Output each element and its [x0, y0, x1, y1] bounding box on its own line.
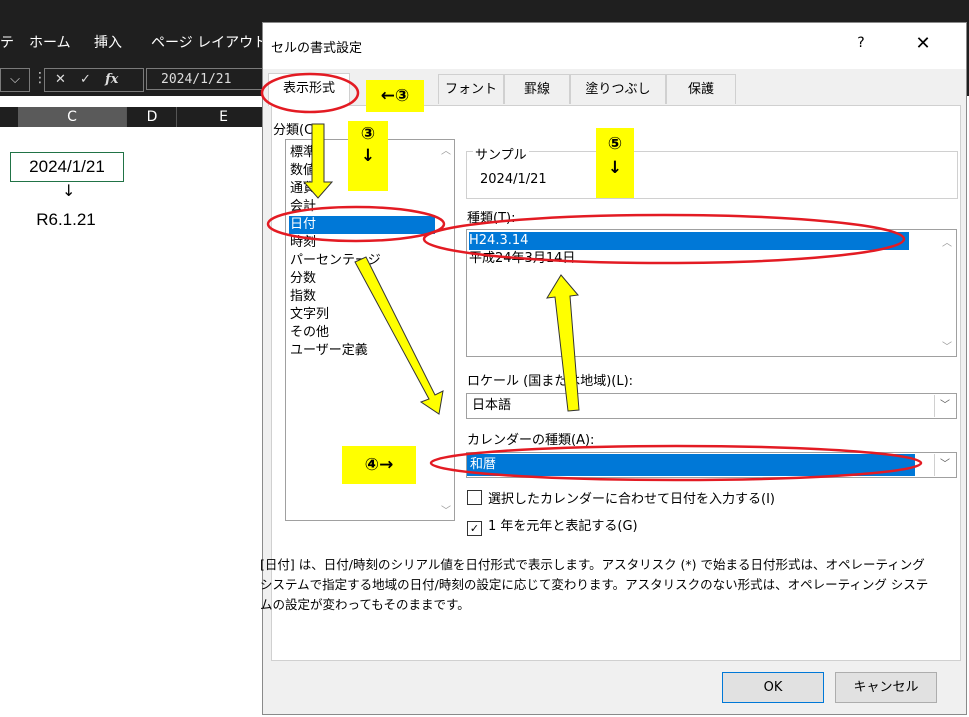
- annotation-step5: ⑤ ↓: [596, 128, 634, 198]
- category-item[interactable]: その他: [289, 324, 435, 342]
- calendar-label: カレンダーの種類(A):: [467, 433, 595, 448]
- annotation-step5-number: ⑤: [607, 134, 623, 154]
- fx-icon[interactable]: fx: [105, 72, 118, 87]
- tab-font[interactable]: フォント: [438, 74, 504, 104]
- locale-select[interactable]: 日本語 ﹀: [466, 393, 957, 419]
- calendar-select[interactable]: 和暦 ﹀: [466, 452, 957, 478]
- locale-label: ロケール (国または地域)(L):: [467, 374, 634, 389]
- ribbon-tab-page-layout[interactable]: ページ レイアウト: [151, 32, 267, 52]
- formula-input[interactable]: 2024/1/21: [146, 68, 269, 90]
- checkbox-gannen[interactable]: ✓: [467, 521, 482, 536]
- ok-button[interactable]: OK: [722, 672, 824, 703]
- annotation-step3-list: ③ ↓: [348, 121, 388, 191]
- column-header-row: C D E: [0, 107, 269, 127]
- sample-label: サンプル: [473, 144, 529, 163]
- column-header-d[interactable]: D: [126, 107, 177, 127]
- annotation-step4: ④→: [342, 446, 416, 484]
- checkbox-row-gannen[interactable]: ✓ 1 年を元年と表記する(G): [467, 515, 638, 536]
- dialog-titlebar: セルの書式設定 ? ✕: [263, 23, 966, 69]
- locale-value: 日本語: [472, 398, 512, 413]
- x-icon[interactable]: ✕: [55, 72, 66, 87]
- checkbox-row-calendar-input[interactable]: 選択したカレンダーに合わせて日付を入力する(I): [467, 488, 775, 507]
- column-header-e[interactable]: E: [176, 107, 270, 127]
- ribbon-tab-fragment[interactable]: テ: [0, 32, 14, 52]
- close-icon[interactable]: ✕: [903, 33, 943, 57]
- annotation-step5-arrow: ↓: [607, 158, 623, 178]
- name-box-dropdown[interactable]: ⌵: [0, 68, 30, 92]
- chevron-down-icon[interactable]: ﹀: [934, 454, 955, 476]
- checkbox-gannen-label: 1 年を元年と表記する(G): [488, 519, 638, 534]
- category-item[interactable]: パーセンテージ: [289, 252, 435, 270]
- category-item[interactable]: ユーザー定義: [289, 342, 435, 360]
- dialog-title: セルの書式設定: [271, 41, 363, 56]
- scroll-down-icon[interactable]: ﹀: [942, 338, 952, 353]
- checkbox-calendar-input[interactable]: [467, 490, 482, 505]
- ribbon-tab-insert[interactable]: 挿入: [94, 32, 122, 52]
- formula-buttons: ✕ ✓ fx: [44, 68, 144, 92]
- category-item[interactable]: 指数: [289, 288, 435, 306]
- column-header-c[interactable]: C: [18, 107, 126, 127]
- calendar-value: 和暦: [467, 454, 915, 476]
- category-item[interactable]: 分数: [289, 270, 435, 288]
- type-list[interactable]: H24.3.14 平成24年3月14日 ︿ ﹀: [466, 229, 957, 357]
- sheet-arrow: ↓: [62, 181, 76, 200]
- type-label: 種類(T):: [467, 211, 516, 226]
- tab-protection[interactable]: 保護: [666, 74, 736, 104]
- category-item[interactable]: 会計: [289, 198, 435, 216]
- scroll-up-icon[interactable]: ︿: [942, 234, 952, 249]
- category-item[interactable]: 文字列: [289, 306, 435, 324]
- type-item[interactable]: 平成24年3月14日: [469, 250, 909, 268]
- category-item-selected[interactable]: 日付: [289, 216, 435, 234]
- type-item-selected[interactable]: H24.3.14: [469, 232, 909, 250]
- cancel-button[interactable]: キャンセル: [835, 672, 937, 703]
- scroll-up-icon[interactable]: ︿: [441, 142, 451, 157]
- check-icon[interactable]: ✓: [80, 72, 91, 87]
- annotation-step3-tab: ←③: [366, 80, 424, 112]
- cell-result[interactable]: R6.1.21: [10, 208, 122, 232]
- chevron-down-icon[interactable]: ﹀: [934, 395, 955, 417]
- tab-number[interactable]: 表示形式: [268, 73, 350, 106]
- sample-value: 2024/1/21: [480, 172, 547, 187]
- checkbox-calendar-input-label: 選択したカレンダーに合わせて日付を入力する(I): [488, 492, 775, 507]
- tab-border[interactable]: 罫線: [504, 74, 570, 104]
- description-text: [日付] は、日付/時刻のシリアル値を日付形式で表示します。アスタリスク (*)…: [260, 555, 940, 615]
- cell-date[interactable]: 2024/1/21: [10, 152, 124, 182]
- scroll-down-icon[interactable]: ﹀: [441, 502, 451, 517]
- category-label: 分類(C):: [273, 123, 323, 138]
- category-item[interactable]: 時刻: [289, 234, 435, 252]
- help-button[interactable]: ?: [841, 35, 881, 57]
- annotation-step3-number: ③: [360, 124, 376, 144]
- tab-fill[interactable]: 塗りつぶし: [570, 74, 666, 104]
- annotation-step3-arrow: ↓: [360, 146, 376, 166]
- description-body: [日付] は、日付/時刻のシリアル値を日付形式で表示します。アスタリスク (*)…: [260, 557, 929, 612]
- category-scrollbar[interactable]: ︿ ﹀: [437, 140, 454, 520]
- ribbon-tab-home[interactable]: ホーム: [29, 32, 71, 52]
